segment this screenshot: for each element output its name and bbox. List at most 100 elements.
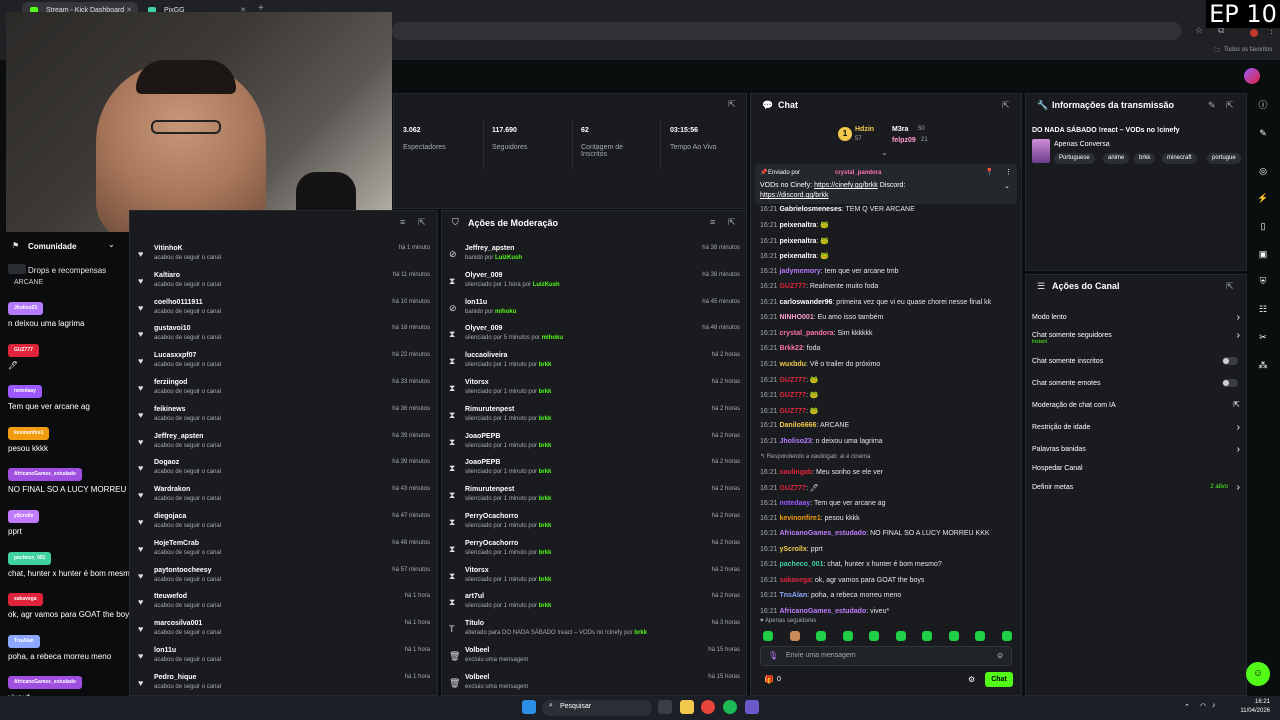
follower-name[interactable]: Pedro_hique [154,674,196,681]
chat-username[interactable]: peixenaltra [779,253,816,260]
address-bar[interactable] [392,22,1182,40]
channel-action-row[interactable]: Modo lento › [1032,312,1240,323]
chat-username[interactable]: jadymemory [779,268,820,275]
nodes-icon[interactable]: ⁂ [1254,356,1272,374]
follower-name[interactable]: Dogaoz [154,459,179,466]
follower-name[interactable]: Wardrakon [154,486,190,493]
chat-icon[interactable]: ▣ [1254,245,1272,263]
chat-username[interactable]: GUZ777 [779,392,805,399]
emote-icon[interactable] [975,631,985,641]
chat-username[interactable]: sakavega [779,577,811,584]
chevron-down-icon[interactable]: ⌄ [108,240,115,249]
follower-name[interactable]: marcosilva001 [154,620,202,627]
follower-name[interactable]: coelho0111911 [154,299,203,306]
channel-action-row[interactable]: Definir metas 2 ativo › [1032,482,1240,493]
toggle-switch[interactable] [1222,379,1238,387]
chat-username[interactable]: NINHO001 [779,314,813,321]
chrome-icon[interactable] [701,700,715,714]
chat-username[interactable]: wuxbdu [779,361,805,368]
filter-icon[interactable]: ≡ [400,217,405,227]
spotify-icon[interactable] [723,700,737,714]
channel-action-row[interactable]: Moderação de chat com IA ⇱ [1032,400,1240,409]
popout-icon[interactable]: ⇱ [728,99,736,110]
stream-tag[interactable]: portugue [1207,153,1241,164]
stream-tag[interactable]: anime [1103,153,1130,164]
moderated-user[interactable]: Olyver_009 [465,325,502,332]
moderated-user[interactable]: art7ul [465,593,484,600]
moderated-user[interactable]: Volbeel [465,674,489,681]
gift-icon[interactable]: 🎁 [764,675,774,684]
follower-name[interactable]: HojeTemCrab [154,540,199,547]
tray-expand-icon[interactable]: ⌃ [1184,703,1190,711]
chat-username[interactable]: peixenaltra [779,222,816,229]
mod-icon[interactable]: ⛨ [1254,272,1272,290]
kick-assistant-button[interactable]: ☺ [1246,662,1270,686]
chat-username[interactable]: notedaay [779,500,810,507]
tools-icon[interactable]: ✂ [1254,328,1272,346]
follower-name[interactable]: diegojaca [154,513,186,520]
moderated-user[interactable]: Vitorsx [465,567,489,574]
stream-tag[interactable]: minecraft [1162,153,1197,164]
follower-name[interactable]: Lucasxxpf07 [154,352,196,359]
moderated-user[interactable]: Olyver_009 [465,272,502,279]
chat-username[interactable]: GUZ777 [779,485,805,492]
chat-username[interactable]: GUZ777 [779,283,805,290]
channel-action-row[interactable]: Hospedar Canal [1032,465,1240,472]
expand-leaderboard-icon[interactable]: ⌄ [881,148,888,157]
follower-name[interactable]: VitinhoK [154,245,183,252]
chat-settings-icon[interactable]: ⚙ [968,675,975,684]
task-view-icon[interactable] [658,700,672,714]
chat-username[interactable]: Jholiso23 [779,438,811,445]
moderated-user[interactable]: Jeffrey_apsten [465,245,514,252]
drops-link[interactable]: Drops e recompensas [28,266,106,275]
edit-icon[interactable]: ✎ [1208,100,1216,111]
user-avatar[interactable] [1244,68,1260,84]
discord-icon[interactable] [745,700,759,714]
file-explorer-icon[interactable] [680,700,694,714]
emote-icon[interactable] [869,631,879,641]
follower-name[interactable]: gustavoi10 [154,325,191,332]
chat-username[interactable]: GUZ777 [779,408,805,415]
chat-username[interactable]: GUZ777 [779,377,805,384]
chat-username[interactable]: Danilo6666 [779,422,816,429]
chat-username[interactable]: crystal_pandora [779,330,833,337]
pinned-more-icon[interactable]: ⋮ [1005,168,1012,176]
popout-icon[interactable]: ⇱ [1002,100,1010,111]
lightning-icon[interactable]: ⚡ [1254,189,1272,207]
toggle-switch[interactable] [1222,357,1238,365]
popout-icon[interactable]: ⇱ [418,217,426,228]
moderated-user[interactable]: PerryOcachorro [465,540,518,547]
moderated-user[interactable]: Rimurutenpest [465,406,514,413]
channel-action-row[interactable]: Chat somente inscritos [1032,357,1240,365]
chat-username[interactable]: xaulingab [779,469,812,476]
moderated-user[interactable]: Rimurutenpest [465,486,514,493]
moderated-user[interactable]: Título [465,620,484,627]
send-chat-button[interactable]: Chat [985,672,1013,687]
emote-icon[interactable] [763,631,773,641]
follower-name[interactable]: feikinews [154,406,186,413]
follower-name[interactable]: tteuwefod [154,593,187,600]
collapse-pinned-icon[interactable]: ⌄ [1004,182,1010,190]
layers-icon[interactable]: ☷ [1254,300,1272,318]
unpin-icon[interactable]: 📍 [985,168,994,176]
chat-username[interactable]: AfricanoGames_estudado [779,530,866,537]
pinned-link-discord[interactable]: https://discord.gg/brkk [760,192,828,199]
moderated-user[interactable]: lon11u [465,299,487,306]
moderated-user[interactable]: Volbeel [465,647,489,654]
follower-name[interactable]: paytontoocheesy [154,567,212,574]
microphone-icon[interactable]: 🎙 [768,651,778,660]
chat-username[interactable]: AfricanoGames_estudado [779,608,866,615]
moderated-user[interactable]: Vitorsx [465,379,489,386]
emote-icon[interactable] [948,631,959,641]
moderated-user[interactable]: PerryOcachorro [465,513,518,520]
chat-username[interactable]: carloswander96 [779,299,832,306]
profile-avatar[interactable] [1250,29,1258,37]
volume-icon[interactable]: ♪ [1212,702,1216,709]
chat-username[interactable]: TnsAlan [779,592,807,599]
wifi-icon[interactable]: ◠ [1200,702,1206,710]
edit-icon[interactable]: ✎ [1254,124,1272,142]
emote-icon[interactable] [789,631,800,641]
chat-username[interactable]: Brkk22 [779,345,802,352]
channel-action-row[interactable]: Restrição de idade › [1032,422,1240,433]
follower-name[interactable]: lon11u [154,647,176,654]
